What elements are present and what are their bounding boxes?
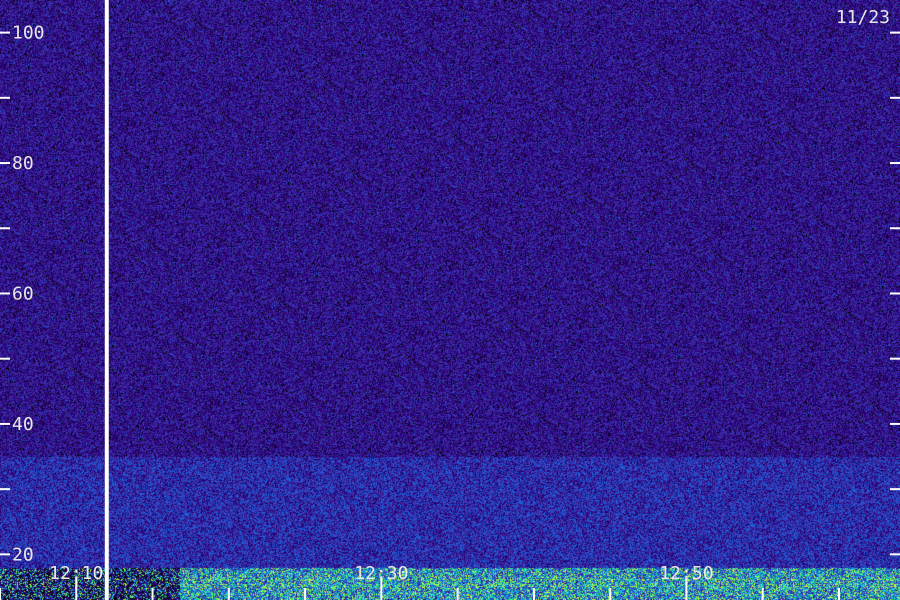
y-tick-label: 40 — [12, 414, 34, 435]
y-tick-label: 20 — [12, 544, 34, 565]
x-tick-label: 12:50 — [659, 563, 713, 584]
spectrogram-heatmap — [0, 0, 900, 600]
spectrogram-plot: 20 40 60 80 100 12:10 12:30 12:50 11/23 — [0, 0, 900, 600]
date-label: 11/23 — [836, 7, 890, 28]
y-tick-label: 100 — [12, 23, 45, 44]
x-tick-label: 12:10 — [49, 563, 103, 584]
y-tick-label: 80 — [12, 153, 34, 174]
x-tick-label: 12:30 — [354, 563, 408, 584]
y-tick-label: 60 — [12, 283, 34, 304]
